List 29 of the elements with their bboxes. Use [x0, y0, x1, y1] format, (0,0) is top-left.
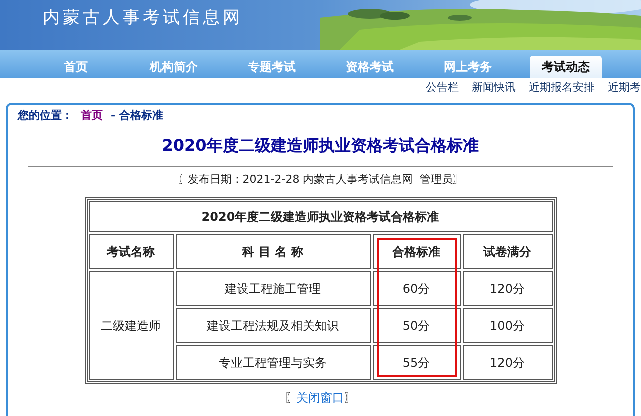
- article-title: 2020年度二级建造师执业资格考试合格标准: [162, 134, 479, 156]
- column-header: 科 目 名 称: [176, 234, 370, 269]
- table-cell: 100分: [462, 308, 552, 343]
- breadcrumb-link[interactable]: - 合格标准: [111, 108, 164, 124]
- subnav-link[interactable]: 近期考: [608, 80, 641, 96]
- bracket-close: 〗: [344, 390, 356, 407]
- breadcrumb-link[interactable]: 首页: [81, 108, 103, 124]
- table-cell: 120分: [462, 271, 552, 306]
- table-cell: 建设工程施工管理: [176, 271, 370, 306]
- column-header: 合格标准: [372, 234, 460, 269]
- subnav-link[interactable]: 公告栏: [426, 80, 459, 96]
- table-cell: 二级建造师: [88, 271, 174, 380]
- table-title: 2020年度二级建造师执业资格考试合格标准: [88, 201, 552, 232]
- table-cell: 建设工程法规及相关知识: [176, 308, 370, 343]
- bracket-open: 〖: [284, 390, 296, 407]
- subnav-link[interactable]: 新闻快讯: [472, 80, 516, 96]
- table-cell: 50分: [372, 308, 460, 343]
- table-cell: 120分: [462, 345, 552, 380]
- column-header: 考试名称: [88, 234, 174, 269]
- nav-tab[interactable]: 考试动态: [530, 56, 602, 78]
- close-window-link[interactable]: 关闭窗口: [296, 389, 344, 407]
- column-header: 试卷满分: [462, 234, 552, 269]
- subnav-link[interactable]: 近期报名安排: [529, 80, 595, 96]
- table-cell: 专业工程管理与实务: [176, 345, 370, 380]
- site-title: 内蒙古人事考试信息网: [43, 8, 243, 28]
- table-cell: 55分: [372, 345, 460, 380]
- article-meta: 〖发布日期：2021-2-28 内蒙古人事考试信息网 管理员〗: [176, 172, 464, 188]
- table-cell: 60分: [372, 271, 460, 306]
- breadcrumb-label: 您的位置：: [18, 108, 73, 124]
